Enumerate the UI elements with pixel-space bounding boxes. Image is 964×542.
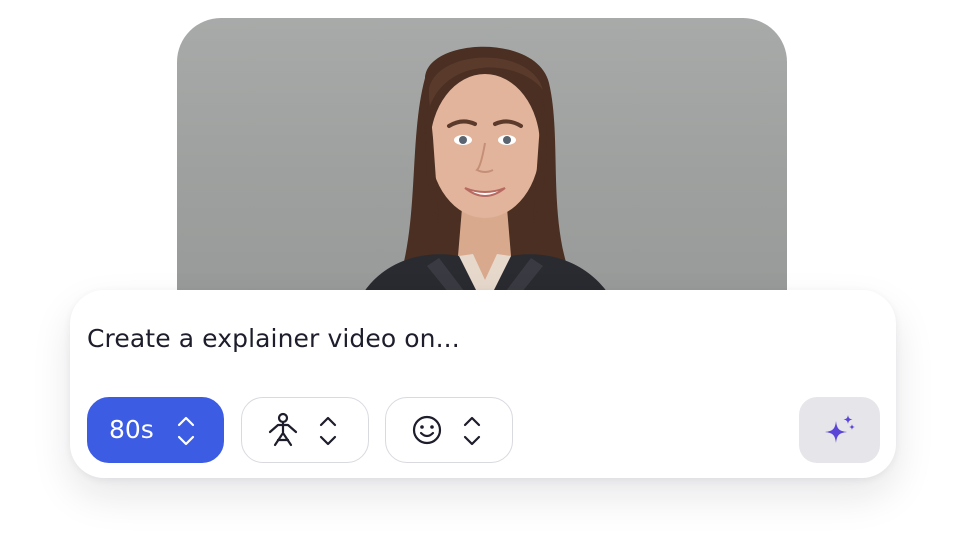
video-generator-card: Create a explainer video on... 80s [0, 0, 964, 542]
prompt-input[interactable]: Create a explainer video on... [87, 324, 460, 353]
person-icon [268, 412, 298, 447]
presenter-illustration [355, 46, 617, 308]
chevron-up-down-icon[interactable] [462, 414, 482, 448]
chevron-up-down-icon[interactable] [176, 414, 196, 448]
duration-selector[interactable]: 80s [87, 397, 224, 463]
duration-value: 80s [109, 415, 154, 444]
smiley-icon [412, 415, 442, 445]
presenter-preview [177, 18, 787, 308]
prompt-panel: Create a explainer video on... 80s [70, 290, 896, 478]
avatar-selector[interactable] [241, 397, 369, 463]
chevron-up-down-icon[interactable] [318, 414, 338, 448]
emotion-selector[interactable] [385, 397, 513, 463]
sparkles-icon [824, 415, 855, 443]
generate-button[interactable] [799, 397, 880, 463]
